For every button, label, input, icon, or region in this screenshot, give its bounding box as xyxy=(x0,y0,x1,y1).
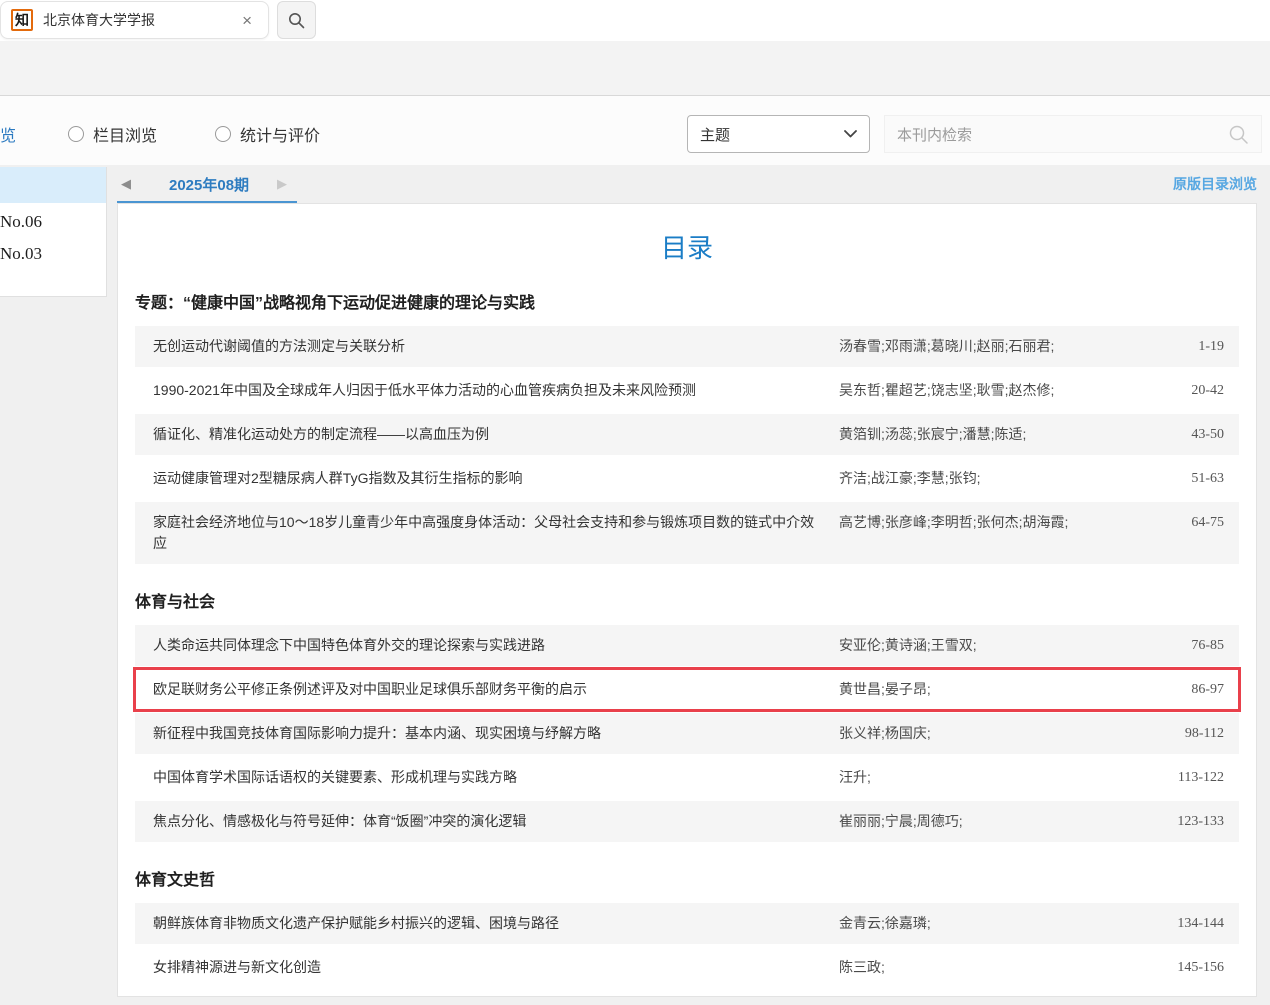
sidebar-item-current-issue[interactable] xyxy=(0,167,106,203)
journal-tab[interactable]: 知 北京体育大学学报 × xyxy=(0,1,269,39)
article-authors: 高艺博;张彦峰;李明哲;张何杰;胡海霞; xyxy=(839,512,1149,533)
sidebar-item-issue[interactable]: No.06 xyxy=(0,212,106,232)
article-row[interactable]: 人类命运共同体理念下中国特色体育外交的理论探索与实践进路 安亚伦;黄诗涵;王雪双… xyxy=(135,625,1239,666)
in-journal-search-input[interactable]: 本刊内检索 xyxy=(884,115,1262,153)
section-header: 体育文史哲 xyxy=(135,866,1239,890)
original-toc-link[interactable]: 原版目录浏览 xyxy=(1173,174,1257,194)
prev-issue-icon[interactable]: ◀ xyxy=(121,176,131,192)
next-issue-icon[interactable]: ▶ xyxy=(277,176,287,192)
article-title[interactable]: 家庭社会经济地位与10～18岁儿童青少年中高强度身体活动：父母社会支持和参与锻炼… xyxy=(153,512,839,554)
article-authors: 黄世昌;晏子昂; xyxy=(839,679,1149,700)
article-pages: 43-50 xyxy=(1149,424,1224,445)
article-pages: 86-97 xyxy=(1149,679,1224,700)
article-pages: 1-19 xyxy=(1149,336,1224,357)
search-icon[interactable] xyxy=(1228,124,1249,145)
search-field-value: 主题 xyxy=(700,124,730,145)
article-title[interactable]: 朝鲜族体育非物质文化遗产保护赋能乡村振兴的逻辑、困境与路径 xyxy=(153,913,839,934)
article-title[interactable]: 焦点分化、情感极化与符号延伸：体育“饭圈”冲突的演化逻辑 xyxy=(153,811,839,832)
toc-title: 目录 xyxy=(135,228,1239,265)
article-row[interactable]: 无创运动代谢阈值的方法测定与关联分析 汤春雪;邓雨潇;葛晓川;赵丽;石丽君; 1… xyxy=(135,326,1239,367)
article-title[interactable]: 女排精神源进与新文化创造 xyxy=(153,957,839,978)
section-header: 专题：“健康中国”战略视角下运动促进健康的理论与实践 xyxy=(135,289,1239,313)
article-authors: 张义祥;杨国庆; xyxy=(839,723,1149,744)
article-row-highlighted[interactable]: 欧足联财务公平修正条例述评及对中国职业足球俱乐部财务平衡的启示 黄世昌;晏子昂;… xyxy=(135,669,1239,710)
article-pages: 20-42 xyxy=(1149,380,1224,401)
article-authors: 金青云;徐嘉璘; xyxy=(839,913,1149,934)
article-authors: 齐洁;战江豪;李慧;张钧; xyxy=(839,468,1149,489)
search-field-select[interactable]: 主题 xyxy=(687,115,870,153)
browse-option-label: 栏目浏览 xyxy=(93,122,157,146)
main-area: No.06 No.03 ◀ 2025年08期 ▶ 原版目录浏览 目录 专题：“健… xyxy=(0,165,1270,1005)
article-pages: 123-133 xyxy=(1149,811,1224,832)
browse-nav-row: 览 栏目浏览 统计与评价 主题 本刊内检索 xyxy=(0,95,1270,165)
article-pages: 98-112 xyxy=(1149,723,1224,744)
tab-bar: 知 北京体育大学学报 × xyxy=(0,0,1270,41)
article-row[interactable]: 循证化、精准化运动处方的制定流程——以高血压为例 黄箔钏;汤蕊;张宸宁;潘慧;陈… xyxy=(135,414,1239,455)
article-authors: 汤春雪;邓雨潇;葛晓川;赵丽;石丽君; xyxy=(839,336,1149,357)
article-authors: 安亚伦;黄诗涵;王雪双; xyxy=(839,635,1149,656)
browse-option-label: 统计与评价 xyxy=(240,122,320,146)
article-pages: 113-122 xyxy=(1149,767,1224,788)
article-row[interactable]: 1990-2021年中国及全球成年人归因于低水平体力活动的心血管疾病负担及未来风… xyxy=(135,370,1239,411)
article-row[interactable]: 女排精神源进与新文化创造 陈三政; 145-156 xyxy=(135,947,1239,988)
article-row[interactable]: 家庭社会经济地位与10～18岁儿童青少年中高强度身体活动：父母社会支持和参与锻炼… xyxy=(135,502,1239,564)
article-title[interactable]: 人类命运共同体理念下中国特色体育外交的理论探索与实践进路 xyxy=(153,635,839,656)
article-title[interactable]: 循证化、精准化运动处方的制定流程——以高血压为例 xyxy=(153,424,839,445)
article-title[interactable]: 新征程中我国竞技体育国际影响力提升：基本内涵、现实困境与纾解方略 xyxy=(153,723,839,744)
article-row[interactable]: 中国体育学术国际话语权的关键要素、形成机理与实践方略 汪升; 113-122 xyxy=(135,757,1239,798)
article-authors: 陈三政; xyxy=(839,957,1149,978)
article-row[interactable]: 朝鲜族体育非物质文化遗产保护赋能乡村振兴的逻辑、困境与路径 金青云;徐嘉璘; 1… xyxy=(135,903,1239,944)
page: 知 北京体育大学学报 × 览 栏目浏览 统计与评价 主题 xyxy=(0,0,1270,1005)
article-pages: 76-85 xyxy=(1149,635,1224,656)
header-band xyxy=(0,41,1270,95)
article-title[interactable]: 欧足联财务公平修正条例述评及对中国职业足球俱乐部财务平衡的启示 xyxy=(153,679,839,700)
article-pages: 64-75 xyxy=(1149,512,1224,533)
issue-sidebar: No.06 No.03 xyxy=(0,167,107,297)
article-authors: 崔丽丽;宁晨;周德巧; xyxy=(839,811,1149,832)
article-row[interactable]: 焦点分化、情感极化与符号延伸：体育“饭圈”冲突的演化逻辑 崔丽丽;宁晨;周德巧;… xyxy=(135,801,1239,842)
article-pages: 145-156 xyxy=(1149,957,1224,978)
browse-option-statistics[interactable]: 统计与评价 xyxy=(215,122,320,146)
article-authors: 吴东哲;瞿超艺;饶志坚;耿雪;赵杰修; xyxy=(839,380,1149,401)
tab-search-button[interactable] xyxy=(277,1,316,39)
close-icon[interactable]: × xyxy=(236,10,258,31)
article-title[interactable]: 运动健康管理对2型糖尿病人群TyG指数及其衍生指标的影响 xyxy=(153,468,839,489)
radio-icon xyxy=(68,126,84,142)
search-icon xyxy=(288,12,305,29)
browse-option-columns[interactable]: 栏目浏览 xyxy=(68,122,157,146)
article-row[interactable]: 运动健康管理对2型糖尿病人群TyG指数及其衍生指标的影响 齐洁;战江豪;李慧;张… xyxy=(135,458,1239,499)
article-title[interactable]: 无创运动代谢阈值的方法测定与关联分析 xyxy=(153,336,839,357)
article-pages: 134-144 xyxy=(1149,913,1224,934)
article-pages: 51-63 xyxy=(1149,468,1224,489)
cnki-logo-icon: 知 xyxy=(11,9,33,31)
radio-icon xyxy=(215,126,231,142)
sidebar-item-issue[interactable]: No.03 xyxy=(0,244,106,264)
issue-tab-bar: ◀ 2025年08期 ▶ 原版目录浏览 xyxy=(117,165,1257,203)
article-row[interactable]: 新征程中我国竞技体育国际影响力提升：基本内涵、现实困境与纾解方略 张义祥;杨国庆… xyxy=(135,713,1239,754)
article-title[interactable]: 中国体育学术国际话语权的关键要素、形成机理与实践方略 xyxy=(153,767,839,788)
article-title[interactable]: 1990-2021年中国及全球成年人归因于低水平体力活动的心血管疾病负担及未来风… xyxy=(153,380,839,401)
current-issue-tab[interactable]: 2025年08期 xyxy=(169,174,249,195)
chevron-down-icon xyxy=(844,130,857,138)
section-header: 体育与社会 xyxy=(135,588,1239,612)
browse-option-issue[interactable]: 览 xyxy=(0,122,16,146)
search-placeholder: 本刊内检索 xyxy=(897,124,1228,145)
journal-tab-title: 北京体育大学学报 xyxy=(43,10,236,30)
article-authors: 汪升; xyxy=(839,767,1149,788)
article-authors: 黄箔钏;汤蕊;张宸宁;潘慧;陈适; xyxy=(839,424,1149,445)
toc-panel: 目录 专题：“健康中国”战略视角下运动促进健康的理论与实践 无创运动代谢阈值的方… xyxy=(117,203,1257,997)
